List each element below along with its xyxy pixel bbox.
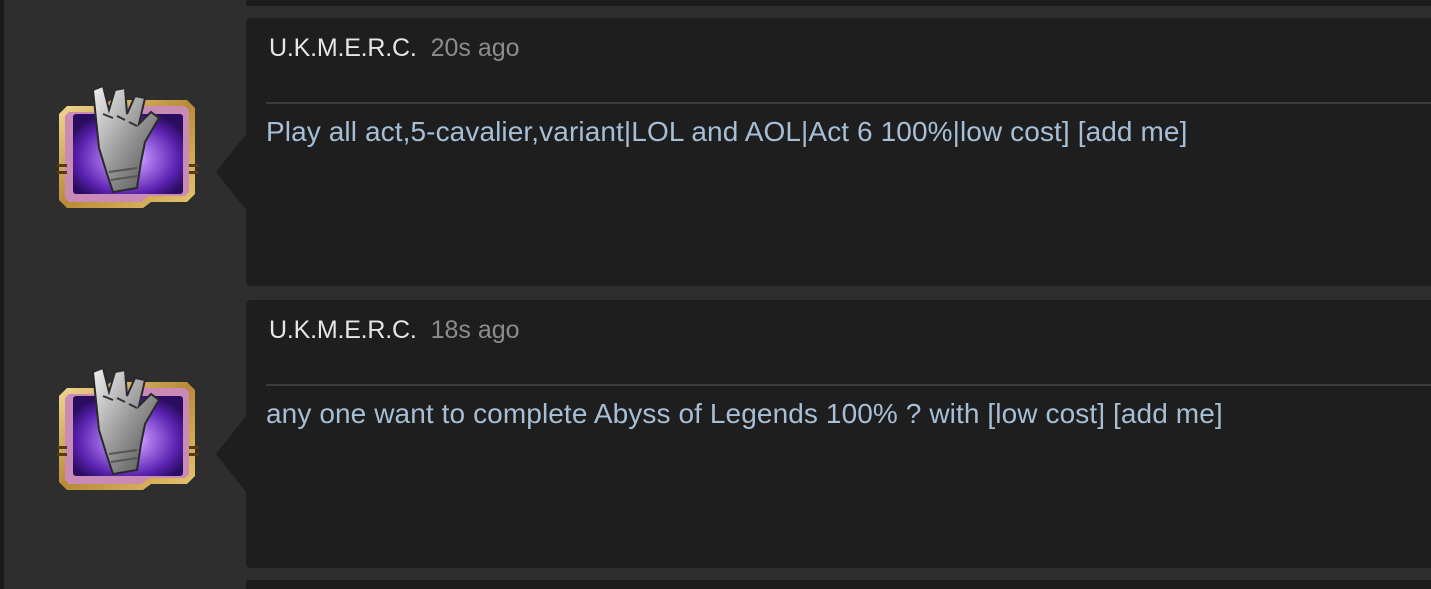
message-bubble: U.K.M.E.R.C. 18s ago any one want to comp…: [246, 300, 1431, 568]
avatar[interactable]: [53, 366, 201, 498]
chat-message: U.K.M.E.R.C. 18s ago any one want to comp…: [0, 300, 1431, 568]
avatar[interactable]: [53, 84, 201, 216]
message-text: any one want to complete Abyss of Legend…: [266, 398, 1223, 429]
header-divider: [266, 384, 1431, 386]
message-header: U.K.M.E.R.C. 18s ago: [269, 316, 520, 345]
gauntlet-icon: [57, 84, 199, 208]
message-text: Play all act,5-cavalier,variant|LOL and …: [266, 116, 1188, 147]
message-bubble: U.K.M.E.R.C. 20s ago Play all act,5-caval…: [246, 18, 1431, 286]
header-divider: [266, 102, 1431, 104]
message-header: U.K.M.E.R.C. 20s ago: [269, 34, 520, 63]
chat-feed: U.K.M.E.R.C. 20s ago Play all act,5-caval…: [0, 0, 1431, 589]
previous-message-stub: [246, 0, 1431, 6]
username[interactable]: U.K.M.E.R.C.: [269, 316, 417, 344]
gauntlet-icon: [57, 366, 199, 490]
username[interactable]: U.K.M.E.R.C.: [269, 34, 417, 62]
timestamp: 20s ago: [430, 34, 520, 62]
timestamp: 18s ago: [430, 316, 520, 344]
next-message-stub: [246, 580, 1431, 589]
chat-message: U.K.M.E.R.C. 20s ago Play all act,5-caval…: [0, 18, 1431, 286]
bubble-pointer: [216, 134, 246, 210]
bubble-pointer: [216, 416, 246, 492]
